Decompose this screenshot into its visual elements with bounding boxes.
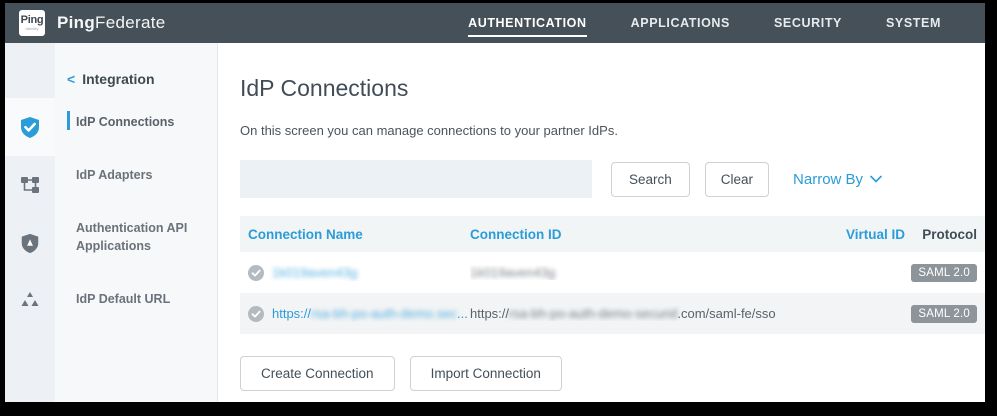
logo-subtext: Identity [26,27,39,31]
protocol-cell: SAML 2.0 [905,305,985,323]
connection-name-link[interactable]: https://rsa-bh-po-auth-demo.sec... [272,306,468,321]
shield-check-icon [18,115,42,139]
top-bar: Ping Identity PingFederate AUTHENTICATIO… [5,3,985,43]
sidebar-back-integration[interactable]: < Integration [55,71,217,87]
column-header-protocol: Protocol [905,227,985,242]
narrow-by-dropdown[interactable]: Narrow By [793,171,882,188]
rail-item-security[interactable] [5,214,55,272]
clear-button[interactable]: Clear [705,162,769,197]
import-connection-button[interactable]: Import Connection [410,356,562,391]
status-check-circle-icon [248,265,264,281]
redacted-text: 1k019aven43g [272,265,357,280]
column-header-connection-name[interactable]: Connection Name [240,227,470,242]
top-navigation: AUTHENTICATION APPLICATIONS SECURITY SYS… [468,10,971,37]
page-description: On this screen you can manage connection… [240,123,985,138]
redacted-text: 1k019aven43g [470,265,555,280]
shield-lock-icon [19,232,41,254]
search-input[interactable] [240,160,592,198]
connection-id-cell: 1k019aven43g [470,265,800,280]
app-title-regular: Federate [95,13,165,32]
narrow-by-label: Narrow By [793,171,863,188]
nav-tab-authentication[interactable]: AUTHENTICATION [468,10,587,37]
nav-tab-system[interactable]: SYSTEM [886,10,941,37]
icon-rail [5,43,55,402]
sidebar-item-authentication-api-applications[interactable]: Authentication API Applications [55,219,217,257]
connection-name-cell: 1k019aven43g [240,265,470,281]
redacted-text: rsa-bh-po-auth-demo-securid [509,306,677,321]
sidebar-item-idp-connections[interactable]: IdP Connections [55,113,217,132]
sidebar-back-label: Integration [82,71,154,87]
status-check-circle-icon [248,306,264,322]
logo-word: Ping [21,15,44,26]
protocol-badge: SAML 2.0 [911,305,977,323]
sidebar-item-idp-default-url[interactable]: IdP Default URL [55,290,217,309]
rail-item-integration[interactable] [5,98,55,156]
table-row: 1k019aven43g 1k019aven43g SAML 2.0 [240,252,985,293]
connection-id-cell: https://rsa-bh-po-auth-demo-securid.com/… [470,306,800,321]
table-header-row: Connection Name Connection ID Virtual ID… [240,216,985,252]
group-icon [18,289,42,313]
create-connection-button[interactable]: Create Connection [240,356,395,391]
protocol-badge: SAML 2.0 [911,264,977,282]
sidebar-item-idp-adapters[interactable]: IdP Adapters [55,166,217,185]
chevron-left-icon: < [67,71,75,87]
column-header-connection-id[interactable]: Connection ID [470,227,800,242]
search-button[interactable]: Search [611,162,690,197]
nav-tab-applications[interactable]: APPLICATIONS [631,10,730,37]
ping-identity-logo: Ping Identity [19,10,45,36]
page-title: IdP Connections [240,75,985,102]
connection-name-link[interactable]: 1k019aven43g [272,265,357,280]
action-buttons: Create Connection Import Connection [240,356,985,391]
app-title-bold: Ping [57,13,95,32]
table-row: https://rsa-bh-po-auth-demo.sec... https… [240,293,985,334]
app-title: PingFederate [57,13,165,33]
main-content: IdP Connections On this screen you can m… [218,43,985,402]
search-row: Search Clear Narrow By [240,160,985,198]
rail-item-adapters[interactable] [5,156,55,214]
column-header-virtual-id[interactable]: Virtual ID [800,227,905,242]
sidebar: < Integration IdP Connections IdP Adapte… [55,43,218,402]
connections-table: Connection Name Connection ID Virtual ID… [240,216,985,334]
chevron-down-icon [870,175,882,183]
app-window: Ping Identity PingFederate AUTHENTICATIO… [5,3,985,402]
protocol-cell: SAML 2.0 [905,264,985,282]
rail-item-system[interactable] [5,272,55,330]
redacted-text: rsa-bh-po-auth-demo.sec [311,306,457,321]
nav-tab-security[interactable]: SECURITY [774,10,842,37]
connection-name-cell: https://rsa-bh-po-auth-demo.sec... [240,306,470,322]
hierarchy-icon [19,174,41,196]
